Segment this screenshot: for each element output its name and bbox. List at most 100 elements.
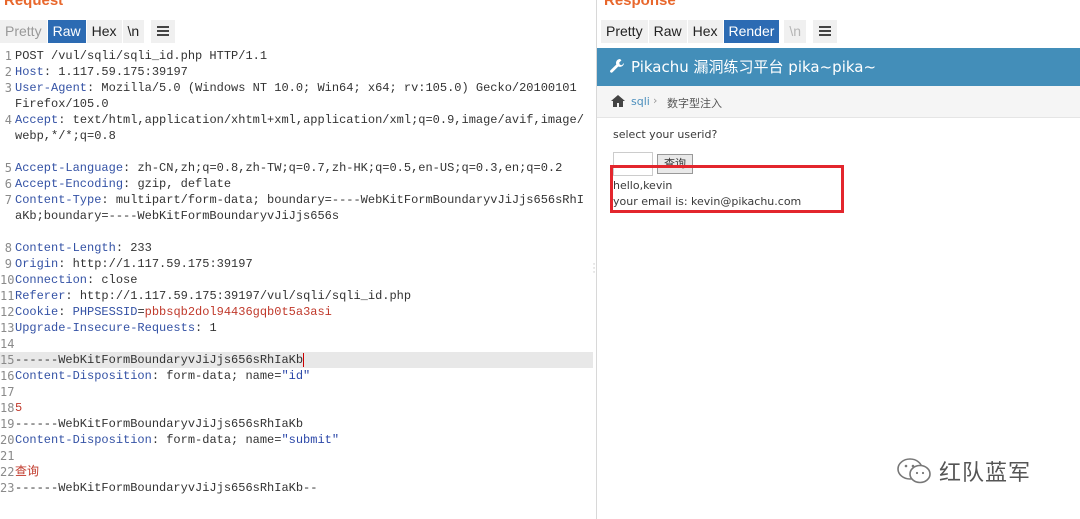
field-name-value: "id" [281,369,311,383]
line-number: 4 [4,113,12,127]
line-text: ------WebKitFormBoundaryvJiJjs656sRhIaKb [15,352,305,367]
request-editor[interactable]: 1 POST /vul/sqli/sqli_id.php HTTP/1.1 2 Hos… [0,48,593,519]
code-line[interactable]: 21 [0,448,593,464]
line-number: 7 [4,193,12,207]
select-label: select your userid? [613,128,718,141]
header-name: Host [15,65,44,79]
tab-raw[interactable]: Raw [648,20,687,43]
line-text: Content-Disposition: form-data; name="su… [15,433,340,447]
wechat-icon [897,458,931,484]
tab-pretty[interactable]: Pretty [601,20,648,43]
code-line[interactable]: 11 Referer: http://1.117.59.175:39197/vul… [0,288,593,304]
code-line[interactable]: 17 [0,384,593,400]
tab-pretty[interactable]: Pretty [0,20,47,43]
text-cursor [303,352,305,367]
line-text: User-Agent: Mozilla/5.0 (Windows NT 10.0… [15,81,584,111]
header-value: http://1.117.59.175:39197/vul/sqli/sqli_… [79,289,412,303]
code-line[interactable]: 16 Content-Disposition: form-data; name="… [0,368,593,384]
field-name-value: "submit" [281,433,340,447]
line-number: 9 [4,257,12,271]
header-name: Cookie [15,305,59,319]
header-value: zh-CN,zh;q=0.8,zh-TW;q=0.7,zh-HK;q=0.5,e… [137,161,563,175]
line-number: 16 [0,369,15,383]
line-text: 5 [15,400,589,416]
header-name: Accept [15,113,59,127]
tab-raw[interactable]: Raw [47,20,86,43]
chevron-right-icon: › [653,94,658,107]
rendered-page: Pikachu 漏洞练习平台 pika~pika~ sqli › 数字型注入 s… [597,48,1080,519]
tab-hex[interactable]: Hex [86,20,122,43]
breadcrumb-link-sqli[interactable]: sqli [631,95,650,108]
code-line[interactable]: 14 [0,336,593,352]
code-line[interactable]: 23 ------WebKitFormBoundaryvJiJjs656sRhIa… [0,480,593,496]
code-line[interactable]: 13 Upgrade-Insecure-Requests: 1 [0,320,593,336]
code-line[interactable]: 10 Connection: close [0,272,593,288]
response-pane: Response Pretty Raw Hex Render \n Pikach… [597,0,1080,519]
request-toolbar: Pretty Raw Hex \n [0,20,176,43]
line-number: 5 [4,161,12,175]
request-pane: Request Pretty Raw Hex \n 1 POST /vul/sql… [0,0,593,519]
app-title: Pikachu 漏洞练习平台 pika~pika~ [631,58,877,76]
line-number: 17 [0,385,15,399]
watermark: 红队蓝军 [897,455,1031,487]
tab-newline[interactable]: \n [784,20,807,43]
tab-hex[interactable]: Hex [687,20,723,43]
code-line[interactable]: 5 Accept-Language: zh-CN,zh;q=0.8,zh-TW;q… [0,160,593,176]
header-name: Accept-Encoding [15,177,124,191]
header-name: Content-Disposition [15,369,152,383]
body-value: 查询 [15,465,40,479]
code-line[interactable]: 2 Host: 1.117.59.175:39197 [0,64,593,80]
request-menu-button[interactable] [151,20,176,43]
drag-handle-icon[interactable]: · · · [592,261,596,278]
response-menu-button[interactable] [813,20,838,43]
header-name: Content-Type [15,193,102,207]
code-line[interactable]: 19 ------WebKitFormBoundaryvJiJjs656sRhIa… [0,416,593,432]
line-text: Connection: close [15,273,138,287]
code-line[interactable]: 1 POST /vul/sqli/sqli_id.php HTTP/1.1 [0,48,593,64]
header-value: form-data; name= [166,369,282,383]
code-line[interactable]: 4 Accept: text/html,application/xhtml+xml… [0,112,593,160]
code-line[interactable]: 7 Content-Type: multipart/form-data; boun… [0,192,593,240]
line-number: 15 [0,353,15,367]
code-line[interactable]: 18 5 [0,400,593,416]
header-name: Referer [15,289,66,303]
code-line[interactable]: 3 User-Agent: Mozilla/5.0 (Windows NT 10.… [0,80,593,112]
code-line[interactable]: 8 Content-Length: 233 [0,240,593,256]
menu-icon [819,26,832,37]
header-value: 1.117.59.175:39197 [58,65,188,79]
code-line[interactable]: 9 Origin: http://1.117.59.175:39197 [0,256,593,272]
header-value: multipart/form-data; boundary=----WebKit… [15,193,584,223]
line-text: Content-Type: multipart/form-data; bound… [15,193,584,223]
code-line[interactable]: 15 ------WebKitFormBoundaryvJiJjs656sRhIa… [0,352,593,368]
code-line[interactable]: 6 Accept-Encoding: gzip, deflate [0,176,593,192]
app-header: Pikachu 漏洞练习平台 pika~pika~ [597,48,1080,86]
line-number: 11 [0,289,15,303]
code-line[interactable]: 22 查询 [0,464,593,480]
line-number: 23 [0,481,15,495]
line-number: 20 [0,433,15,447]
line-number: 18 [0,401,15,415]
code-line[interactable]: 20 Content-Disposition: form-data; name="… [0,432,593,448]
wrench-icon [610,59,624,73]
cookie-name: PHPSESSID [72,305,138,319]
line-text: Origin: http://1.117.59.175:39197 [15,257,253,271]
line-text: Content-Disposition: form-data; name="id… [15,369,311,383]
home-icon[interactable] [611,95,625,107]
header-name: Origin [15,257,59,271]
line-text: Accept-Language: zh-CN,zh;q=0.8,zh-TW;q=… [15,161,563,175]
header-value: 233 [130,241,152,255]
line-number: 1 [4,49,12,63]
request-title: Request [4,0,64,9]
code-line[interactable]: 12 Cookie: PHPSESSID=pbbsqb2dol94436gqb0t… [0,304,593,320]
header-name: Accept-Language [15,161,124,175]
tab-newline[interactable]: \n [122,20,145,43]
line-number: 3 [4,81,12,95]
header-value: http://1.117.59.175:39197 [72,257,253,271]
line-text: Referer: http://1.117.59.175:39197/vul/s… [15,289,412,303]
body-value: 5 [15,401,23,415]
header-value: gzip, deflate [137,177,232,191]
header-value: form-data; name= [166,433,282,447]
line-text: Accept: text/html,application/xhtml+xml,… [15,113,584,143]
menu-icon [157,26,170,37]
tab-render[interactable]: Render [723,20,780,43]
